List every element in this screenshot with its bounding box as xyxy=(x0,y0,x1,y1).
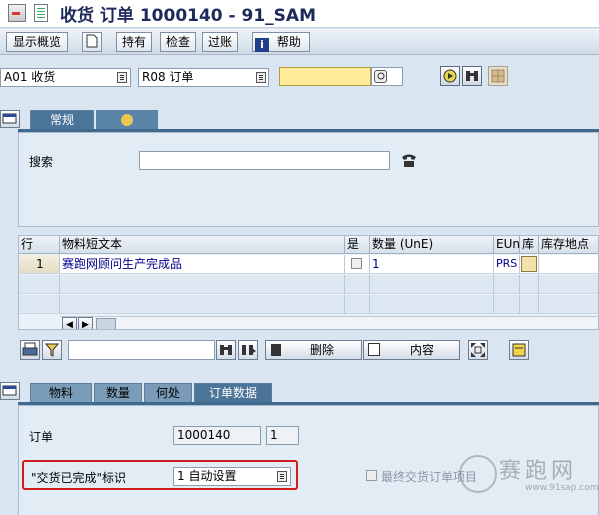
scroll-right-icon[interactable]: ▶ xyxy=(78,317,93,329)
empty-row-cell xyxy=(19,295,60,314)
telephone-icon[interactable] xyxy=(400,152,418,168)
header-panel-body: 搜索 xyxy=(18,132,599,227)
find-icon[interactable] xyxy=(216,340,236,360)
empty-row-cell xyxy=(60,295,345,314)
layout-grid-icon xyxy=(488,66,508,86)
storage-location-cell[interactable] xyxy=(539,255,598,274)
expand-icon[interactable] xyxy=(468,340,488,360)
column-header-material-text[interactable]: 物料短文本 xyxy=(60,236,345,254)
partner-icon xyxy=(121,114,133,126)
grid-search-input[interactable] xyxy=(68,340,215,360)
empty-row-cell xyxy=(370,275,494,294)
document-number-input[interactable] xyxy=(279,67,371,86)
stock-cell xyxy=(520,255,539,274)
empty-row-cell xyxy=(345,295,370,314)
delete-button[interactable]: 删除 xyxy=(265,340,362,360)
empty-row-cell xyxy=(520,275,539,294)
search-help-box xyxy=(371,67,403,86)
column-header-quantity[interactable]: 数量 (UnE) xyxy=(370,236,494,254)
order-label: 订单 xyxy=(29,430,54,444)
header-tab-strip: 常规 xyxy=(18,110,599,132)
final-delivery-label: 最终交货订单项目 xyxy=(381,470,478,484)
note-icon[interactable] xyxy=(509,340,529,360)
search-input[interactable] xyxy=(139,151,390,170)
contents-label: 内容 xyxy=(410,343,435,357)
empty-row-cell xyxy=(345,275,370,294)
application-toolbar: 显示概览 持有 检查 过账 i 帮助 xyxy=(0,29,599,55)
menu-icon[interactable] xyxy=(8,4,26,22)
show-overview-button[interactable]: 显示概览 xyxy=(6,32,68,52)
help-button[interactable]: i 帮助 xyxy=(252,32,310,52)
reference-select[interactable]: R08 订单 xyxy=(138,68,269,87)
action-select-value: A01 收货 xyxy=(4,70,56,84)
dropdown-icon[interactable] xyxy=(117,72,127,83)
tab-where[interactable]: 何处 xyxy=(144,383,192,402)
column-header-eun[interactable]: EUn xyxy=(494,236,520,254)
empty-row-cell xyxy=(370,295,494,314)
empty-row-cell xyxy=(60,275,345,294)
tab-material[interactable]: 物料 xyxy=(30,383,92,402)
row-line-number[interactable]: 1 xyxy=(19,255,60,274)
highlight-annotation xyxy=(22,460,298,490)
order-item-field[interactable]: 1 xyxy=(266,426,299,445)
tab-general[interactable]: 常规 xyxy=(30,110,94,129)
tab-order-data[interactable]: 订单数据 xyxy=(194,383,272,402)
document-list-icon[interactable] xyxy=(34,4,48,22)
check-button[interactable]: 检查 xyxy=(160,32,196,52)
contents-icon xyxy=(368,343,380,356)
order-number-field[interactable]: 1000140 xyxy=(173,426,261,445)
title-bar: 收货 订单 1000140 - 91_SAM xyxy=(0,0,599,28)
column-header-line[interactable]: 行 xyxy=(19,236,60,254)
quantity-cell[interactable]: 1 xyxy=(370,255,494,274)
filter-icon[interactable] xyxy=(42,340,62,360)
eun-cell[interactable]: PRS xyxy=(494,255,520,274)
empty-row-cell xyxy=(539,275,598,294)
window-title: 收货 订单 1000140 - 91_SAM xyxy=(60,6,317,26)
new-document-icon[interactable] xyxy=(82,32,102,52)
column-header-ok[interactable]: 是 xyxy=(345,236,370,254)
execute-icon[interactable] xyxy=(440,66,460,86)
info-icon: i xyxy=(255,38,269,52)
empty-row-cell xyxy=(520,295,539,314)
detail-tab-strip: 物料 数量 何处 订单数据 xyxy=(18,383,599,405)
material-text-cell[interactable]: 赛跑网顾问生产完成品 xyxy=(60,255,345,274)
header-collapse-icon[interactable] xyxy=(0,110,20,128)
hold-button[interactable]: 持有 xyxy=(116,32,152,52)
ok-cell xyxy=(345,255,370,274)
scroll-thumb[interactable] xyxy=(96,318,116,329)
horizontal-scrollbar[interactable]: ◀ ▶ xyxy=(60,316,598,329)
search-label: 搜索 xyxy=(29,155,54,169)
dropdown-icon[interactable] xyxy=(256,72,266,83)
empty-row-cell xyxy=(494,275,520,294)
help-label: 帮助 xyxy=(276,35,301,49)
post-button[interactable]: 过账 xyxy=(202,32,238,52)
contents-button[interactable]: 内容 xyxy=(363,340,460,360)
ok-checkbox[interactable] xyxy=(351,258,362,269)
search-help-icon[interactable] xyxy=(374,70,387,83)
empty-row-cell xyxy=(494,295,520,314)
empty-row-cell xyxy=(19,275,60,294)
reference-select-value: R08 订单 xyxy=(142,70,194,84)
trash-icon xyxy=(271,344,281,356)
column-header-storage-location[interactable]: 库存地点 xyxy=(539,236,598,254)
tab-partner[interactable] xyxy=(96,110,158,129)
scroll-left-icon[interactable]: ◀ xyxy=(62,317,77,329)
delete-label: 删除 xyxy=(310,343,335,357)
empty-row-cell xyxy=(539,295,598,314)
stock-type-icon[interactable] xyxy=(521,256,537,272)
action-select[interactable]: A01 收货 xyxy=(0,68,131,87)
print-icon[interactable] xyxy=(20,340,40,360)
column-header-stock[interactable]: 库 xyxy=(520,236,539,254)
binoculars-icon[interactable] xyxy=(462,66,482,86)
final-delivery-checkbox[interactable] xyxy=(366,470,377,481)
find-next-icon[interactable] xyxy=(238,340,258,360)
items-grid: 行 物料短文本 是 数量 (UnE) EUn 库 库存地点 1 赛跑网顾问生产完… xyxy=(18,235,599,330)
tab-quantity[interactable]: 数量 xyxy=(94,383,142,402)
detail-collapse-icon[interactable] xyxy=(0,382,20,400)
